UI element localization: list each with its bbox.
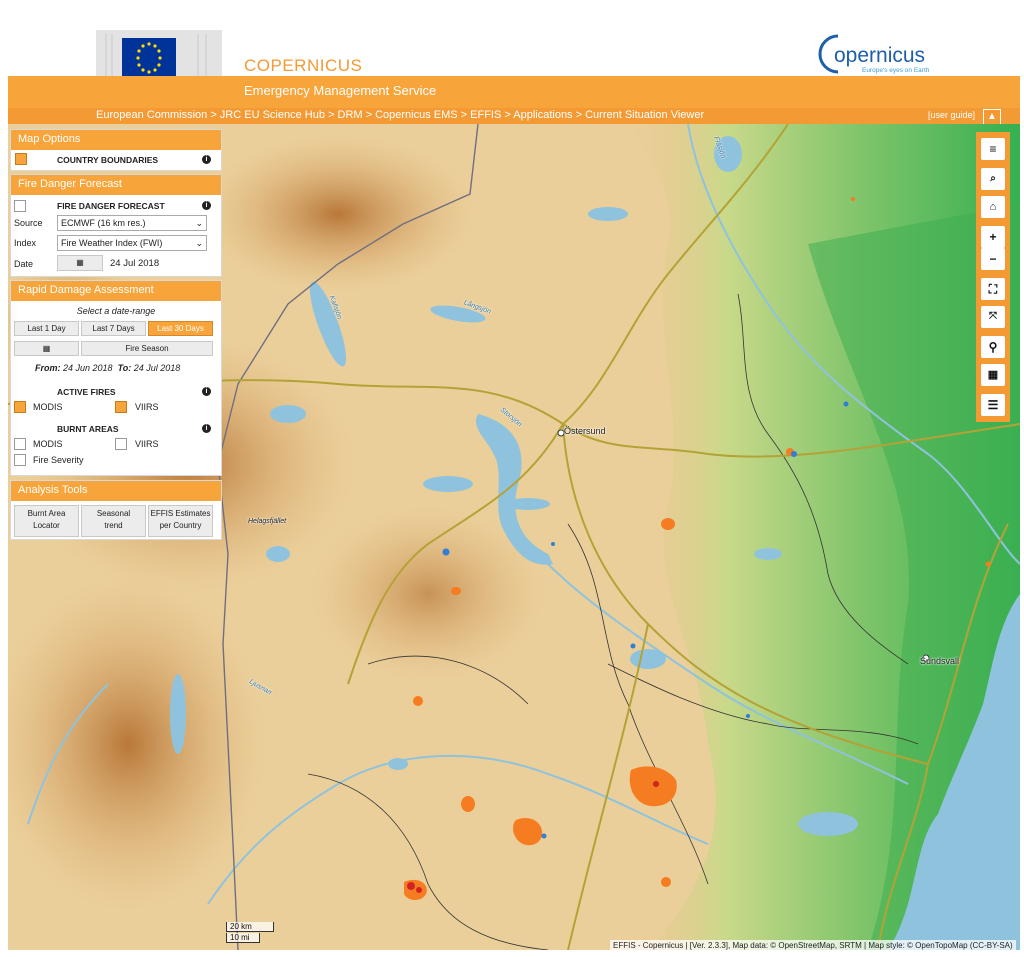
active-fires-modis-checkbox[interactable] xyxy=(14,401,26,413)
last-30-days-button[interactable]: Last 30 Days xyxy=(148,321,213,336)
index-label: Index xyxy=(14,238,37,248)
country-boundaries-checkbox[interactable] xyxy=(15,153,27,165)
burnt-area-marker[interactable] xyxy=(451,587,461,595)
modis-fire-marker[interactable] xyxy=(551,542,555,546)
source-label: Source xyxy=(14,218,43,228)
breadcrumb[interactable]: European Commission > JRC EU Science Hub… xyxy=(96,109,704,121)
fire-danger-heading: FIRE DANGER FORECAST xyxy=(57,201,165,211)
modis-fire-marker[interactable] xyxy=(630,643,636,649)
burnt-area-marker[interactable] xyxy=(413,696,423,706)
header: European Commission COPERNICUS opernicus… xyxy=(0,0,1024,95)
date-range-display: From: 24 Jun 2018 To: 24 Jul 2018 xyxy=(35,363,181,373)
list-icon[interactable]: ☰ xyxy=(981,394,1005,416)
search-icon[interactable]: ⌕ xyxy=(981,168,1005,190)
fire-danger-checkbox[interactable] xyxy=(14,200,26,212)
burnt-areas-viirs-label: VIIRS xyxy=(135,439,159,449)
modis-fire-marker[interactable] xyxy=(843,401,849,407)
info-icon[interactable]: i xyxy=(202,155,211,164)
effis-estimates-button[interactable]: EFFIS Estimates per Country xyxy=(148,505,213,537)
date-label: Date xyxy=(14,259,34,269)
burnt-area-marker[interactable] xyxy=(851,197,855,201)
burnt-areas-modis-checkbox[interactable] xyxy=(14,438,26,450)
home-icon[interactable]: ⌂ xyxy=(981,196,1005,218)
brand-title: COPERNICUS xyxy=(244,56,363,75)
arrow-up-icon[interactable]: ▲ xyxy=(983,109,1001,125)
info-icon[interactable]: i xyxy=(202,201,211,210)
fire-severity-checkbox[interactable] xyxy=(14,454,26,466)
map-toolbar: ≡ ⌕ ⌂ + − ⛶ ⤧ ⚲ ▦ ☰ xyxy=(976,132,1010,422)
rapid-damage-panel: Rapid Damage Assessment Select a date-ra… xyxy=(10,280,222,476)
map-attribution[interactable]: EFFIS - Copernicus | [Ver. 2.3.3], Map d… xyxy=(610,940,1016,951)
source-select[interactable]: ECMWF (16 km res.) ⌄ xyxy=(57,215,207,231)
scale-km: 20 km xyxy=(226,922,274,932)
fire-danger-panel: Fire Danger Forecast FIRE DANGER FORECAS… xyxy=(10,174,222,277)
zoom-out-icon[interactable]: − xyxy=(981,248,1005,270)
calendar-icon[interactable]: ▦ xyxy=(57,255,103,271)
index-select[interactable]: Fire Weather Index (FWI) ⌄ xyxy=(57,235,207,251)
chevron-down-icon: ⌄ xyxy=(195,238,203,248)
fire-danger-title[interactable]: Fire Danger Forecast xyxy=(11,175,221,195)
rapid-damage-title[interactable]: Rapid Damage Assessment xyxy=(11,281,221,301)
seasonal-trend-button[interactable]: Seasonal trend xyxy=(81,505,146,537)
title-bar xyxy=(8,76,1020,108)
active-fires-viirs-label: VIIRS xyxy=(135,402,159,412)
last-1-day-button[interactable]: Last 1 Day xyxy=(14,321,79,336)
fire-severity-label: Fire Severity xyxy=(33,455,84,465)
scale-mi: 10 mi xyxy=(226,933,260,943)
modis-fire-marker[interactable] xyxy=(442,548,450,556)
map-options-title[interactable]: Map Options xyxy=(11,130,221,150)
active-fires-viirs-checkbox[interactable] xyxy=(115,401,127,413)
select-range-label: Select a date-range xyxy=(76,306,156,316)
country-boundaries-label: COUNTRY BOUNDARIES xyxy=(57,155,159,165)
fullscreen-icon[interactable]: ⛶ xyxy=(981,278,1005,300)
modis-fire-marker[interactable] xyxy=(746,714,750,718)
grid-icon[interactable]: ▦ xyxy=(981,364,1005,386)
burnt-area-marker[interactable] xyxy=(661,518,675,530)
analysis-tools-title[interactable]: Analysis Tools xyxy=(11,481,221,501)
info-icon[interactable]: i xyxy=(202,387,211,396)
burnt-area-marker[interactable] xyxy=(661,877,671,887)
active-fires-modis-label: MODIS xyxy=(33,402,63,412)
place-label-sundsvall: Sundsvall xyxy=(920,656,960,666)
burnt-areas-modis-label: MODIS xyxy=(33,439,63,449)
date-value: 24 Jul 2018 xyxy=(110,258,160,269)
analysis-tools-panel: Analysis Tools Burnt Area Locator Seasona… xyxy=(10,480,222,540)
active-fire-marker[interactable] xyxy=(407,882,415,890)
zoom-in-icon[interactable]: + xyxy=(981,226,1005,248)
svg-text:opernicus: opernicus xyxy=(834,44,925,67)
active-fires-heading: ACTIVE FIRES xyxy=(57,387,116,397)
modis-fire-marker[interactable] xyxy=(541,833,547,839)
burnt-areas-viirs-checkbox[interactable] xyxy=(115,438,127,450)
extent-icon[interactable]: ⤧ xyxy=(981,306,1005,328)
modis-fire-marker[interactable] xyxy=(791,451,797,457)
active-fire-marker[interactable] xyxy=(416,887,422,893)
svg-text:Europe's eyes on Earth: Europe's eyes on Earth xyxy=(862,67,930,74)
chevron-down-icon: ⌄ xyxy=(195,218,203,228)
burnt-areas-heading: BURNT AREAS xyxy=(57,424,119,434)
active-fire-marker[interactable] xyxy=(653,781,659,787)
fire-season-button[interactable]: Fire Season xyxy=(81,341,213,356)
scale-bar: 20 km 10 mi xyxy=(226,922,274,944)
place-label-ostersund: Östersund xyxy=(564,426,606,436)
location-pin-icon[interactable]: ⚲ xyxy=(981,336,1005,358)
burnt-area-marker[interactable] xyxy=(985,561,991,567)
menu-icon[interactable]: ≡ xyxy=(981,138,1005,160)
burnt-area-marker[interactable] xyxy=(461,796,475,812)
place-label-helagsfjallet: Helagsfjället xyxy=(248,518,287,525)
burnt-area-locator-button[interactable]: Burnt Area Locator xyxy=(14,505,79,537)
last-7-days-button[interactable]: Last 7 Days xyxy=(81,321,146,336)
copernicus-logo[interactable]: opernicus Europe's eyes on Earth xyxy=(816,30,936,78)
calendar-icon[interactable]: ▦ xyxy=(14,341,79,356)
map-options-panel: Map Options COUNTRY BOUNDARIES i xyxy=(10,129,222,171)
user-guide-link[interactable]: [user guide] xyxy=(928,110,975,120)
info-icon[interactable]: i xyxy=(202,424,211,433)
service-title: Emergency Management Service xyxy=(244,83,437,98)
